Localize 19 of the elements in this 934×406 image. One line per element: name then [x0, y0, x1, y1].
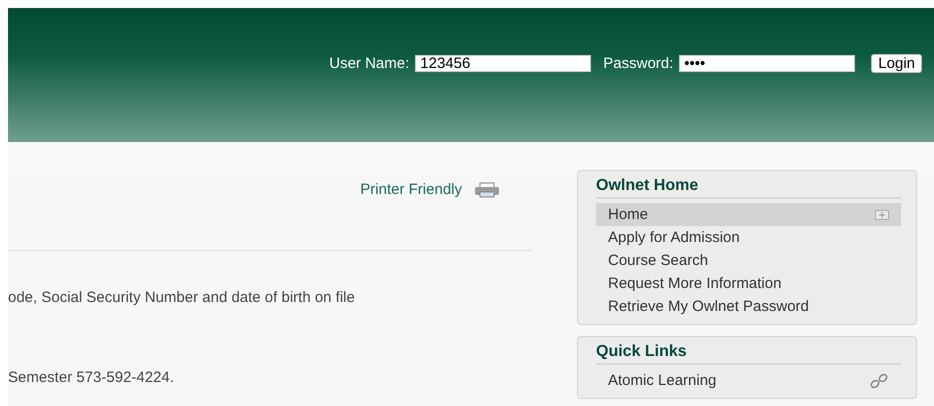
username-label: User Name:	[329, 55, 410, 72]
sidebar-item[interactable]: Retrieve My Owlnet Password	[596, 295, 901, 318]
printer-friendly-link[interactable]: Printer Friendly	[360, 181, 462, 198]
sidebar-item[interactable]: Course Search	[596, 249, 901, 272]
body-text: Semester 573-592-4224.	[8, 369, 175, 386]
printer-icon	[474, 182, 500, 198]
sidebar-item[interactable]: Request More Information	[596, 272, 901, 295]
password-label: Password:	[603, 55, 674, 72]
sidebar-item[interactable]: Atomic Learning	[596, 369, 901, 392]
panel-title: Quick Links	[596, 343, 901, 365]
chain-link-icon	[869, 372, 889, 388]
password-field[interactable]: ••••	[679, 55, 856, 72]
sidebar-item[interactable]: Apply for Admission	[596, 226, 901, 249]
panel-title: Owlnet Home	[596, 177, 901, 199]
expand-icon	[875, 210, 889, 220]
login-button[interactable]: Login	[871, 54, 922, 73]
username-field[interactable]: 123456	[415, 55, 592, 72]
body-text: ode, Social Security Number and date of birth on file	[8, 289, 356, 306]
sidebar-item[interactable]: Home	[596, 203, 901, 226]
